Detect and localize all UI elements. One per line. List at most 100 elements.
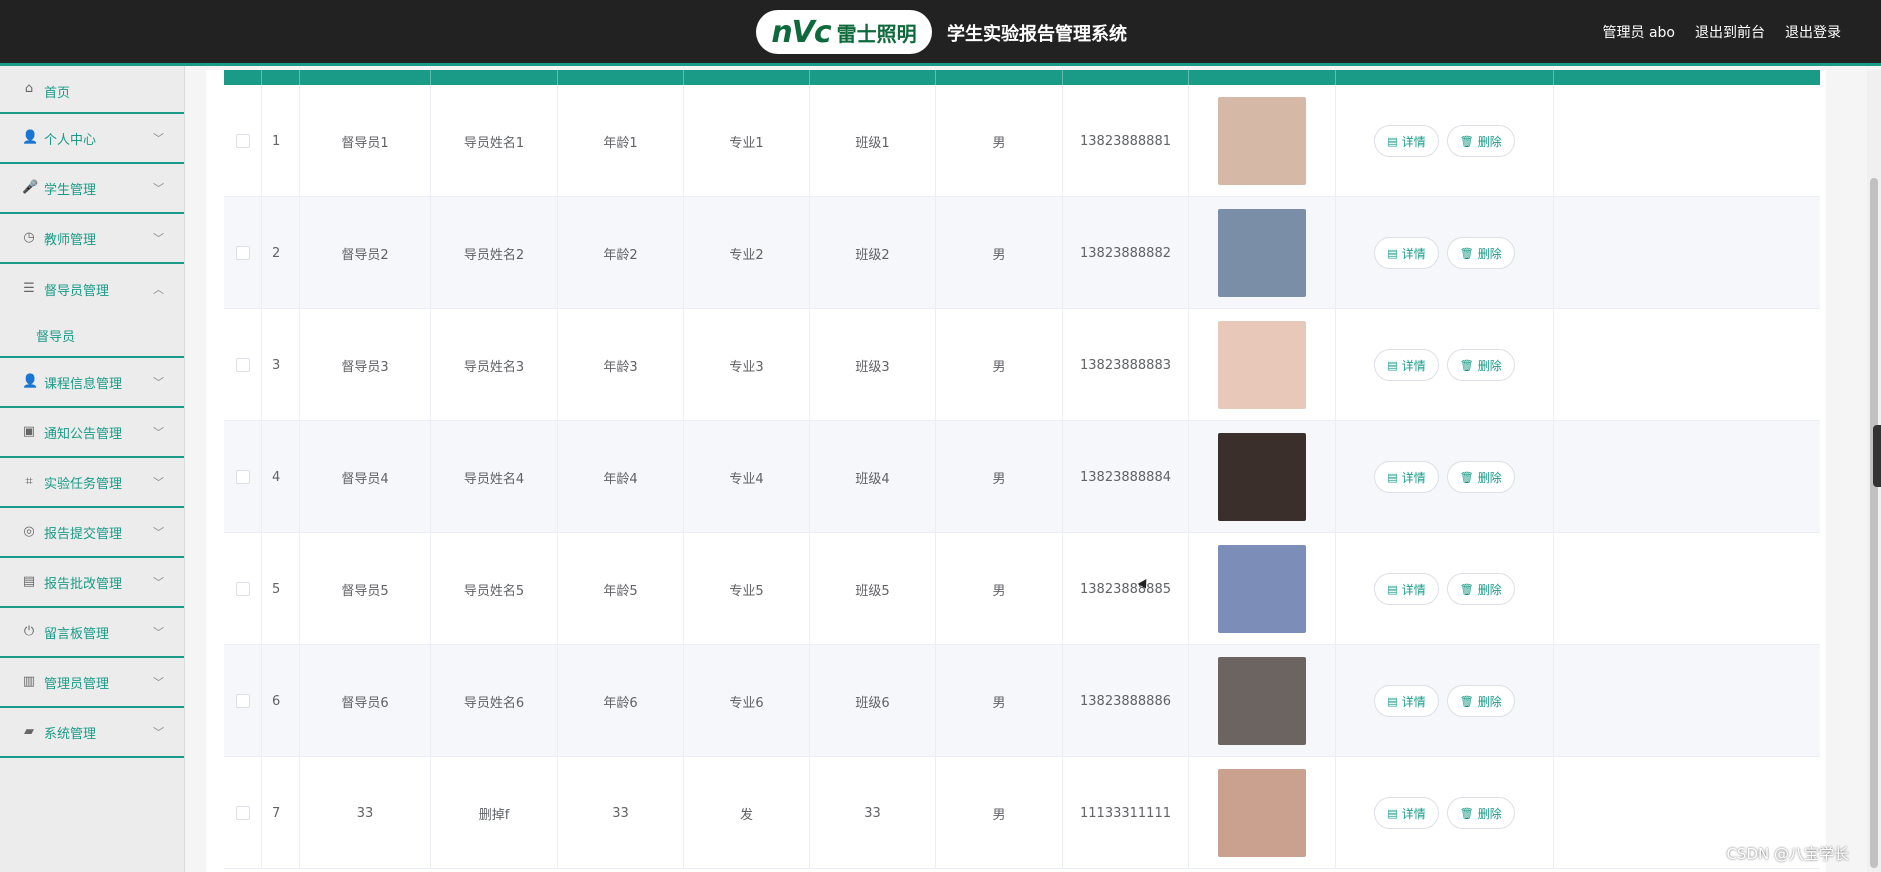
cell-account: 督导员6: [300, 645, 431, 757]
sidebar-item-2[interactable]: ◷ 教师管理 ﹀: [0, 214, 184, 264]
sidebar-item-3[interactable]: ☰ 督导员管理 ︿: [0, 264, 184, 314]
trash-icon: 🗑: [1459, 694, 1474, 708]
sidebar-item-label: 留言板管理: [44, 626, 110, 642]
logout-link[interactable]: 退出登录: [1785, 22, 1841, 42]
header-cell: [1189, 70, 1336, 85]
logo-cn-text: 雷士照明: [836, 21, 917, 46]
back-to-front-link[interactable]: 退出到前台: [1695, 22, 1765, 42]
cell-class: 班级6: [810, 645, 936, 757]
detail-button[interactable]: ▤ 详情: [1374, 461, 1439, 493]
app-title: 学生实验报告管理系统: [947, 24, 1127, 45]
cell-phone: 13823888881: [1063, 85, 1189, 197]
watermark: CSDN @八宝学长: [1726, 845, 1849, 863]
detail-button[interactable]: ▤ 详情: [1374, 125, 1439, 157]
sidebar-item-11[interactable]: ▰ 系统管理 ﹀: [0, 708, 184, 758]
cell-phone: 13823888884: [1063, 421, 1189, 533]
actions-cell: ▤ 详情 🗑 删除: [1336, 85, 1554, 197]
scrollbar-thumb[interactable]: [1870, 178, 1878, 868]
sidebar-item-1[interactable]: 🎤 学生管理 ﹀: [0, 164, 184, 214]
delete-button[interactable]: 🗑 删除: [1446, 237, 1515, 269]
sidebar-item-6[interactable]: ⌗ 实验任务管理 ﹀: [0, 458, 184, 508]
page-scroll-handle[interactable]: [1873, 425, 1881, 487]
detail-label: 详情: [1401, 806, 1426, 821]
submenu-item-supervisor[interactable]: 督导员: [0, 314, 184, 358]
document-icon: ▤: [1387, 358, 1398, 372]
delete-button[interactable]: 🗑 删除: [1446, 573, 1515, 605]
row-checkbox[interactable]: [235, 246, 250, 260]
delete-button[interactable]: 🗑 删除: [1446, 125, 1515, 157]
avatar: [1218, 769, 1306, 857]
sidebar-item-9[interactable]: ⏻ 留言板管理 ﹀: [0, 608, 184, 658]
detail-button[interactable]: ▤ 详情: [1374, 797, 1439, 829]
avatar-cell: [1189, 197, 1336, 309]
chevron-down-icon: ﹀: [153, 376, 164, 389]
chevron-down-icon: ﹀: [153, 626, 164, 639]
cell-phone: 13823888883: [1063, 309, 1189, 421]
sidebar-item-label: 实验任务管理: [44, 476, 123, 492]
cell-major: 专业2: [684, 197, 810, 309]
cell-name: 导员姓名5: [431, 533, 558, 645]
table-row: 7 33 删掉f 33 发 33 男 11133311111 ▤ 详情 🗑 删除: [224, 757, 1820, 869]
delete-label: 删除: [1477, 358, 1502, 373]
row-checkbox[interactable]: [235, 134, 250, 148]
row-checkbox-cell: [224, 85, 262, 197]
delete-button[interactable]: 🗑 删除: [1446, 685, 1515, 717]
actions-cell: ▤ 详情 🗑 删除: [1336, 309, 1554, 421]
detail-button[interactable]: ▤ 详情: [1374, 237, 1439, 269]
sidebar-item-0[interactable]: 👤 个人中心 ﹀: [0, 114, 184, 164]
row-checkbox[interactable]: [235, 470, 250, 484]
cell-major: 专业4: [684, 421, 810, 533]
header-cell: [810, 70, 936, 85]
row-checkbox-cell: [224, 645, 262, 757]
row-checkbox[interactable]: [235, 694, 250, 708]
sidebar-item-10[interactable]: ▥ 管理员管理 ﹀: [0, 658, 184, 708]
trash-icon: 🗑: [1459, 134, 1474, 148]
chevron-down-icon: ﹀: [153, 676, 164, 689]
delete-button[interactable]: 🗑 删除: [1446, 349, 1515, 381]
data-table: 1 督导员1 导员姓名1 年龄1 专业1 班级1 男 13823888881 ▤ 详情 🗑 删除 …: [224, 70, 1820, 869]
sidebar-item-4[interactable]: 👤 课程信息管理 ﹀: [0, 358, 184, 408]
sidebar-item-label: 报告提交管理: [44, 526, 123, 542]
document-icon: ▤: [1387, 806, 1398, 820]
row-checkbox-cell: [224, 533, 262, 645]
sidebar-item-8[interactable]: ▤ 报告批改管理 ﹀: [0, 558, 184, 608]
cell-gender: 男: [936, 533, 1063, 645]
sidebar-item-7[interactable]: ◎ 报告提交管理 ﹀: [0, 508, 184, 558]
delete-button[interactable]: 🗑 删除: [1446, 797, 1515, 829]
cell-class: 班级2: [810, 197, 936, 309]
chevron-down-icon: ﹀: [153, 182, 164, 195]
row-index: 1: [262, 85, 300, 197]
cell-account: 督导员1: [300, 85, 431, 197]
actions-cell: ▤ 详情 🗑 删除: [1336, 421, 1554, 533]
avatar: [1218, 321, 1306, 409]
row-checkbox[interactable]: [235, 358, 250, 372]
detail-label: 详情: [1401, 694, 1426, 709]
header-cell[interactable]: [224, 70, 262, 85]
actions-cell: ▤ 详情 🗑 删除: [1336, 645, 1554, 757]
cell-gender: 男: [936, 197, 1063, 309]
detail-button[interactable]: ▤ 详情: [1374, 573, 1439, 605]
cell-phone: 13823888882: [1063, 197, 1189, 309]
chevron-down-icon: ﹀: [153, 426, 164, 439]
trash-icon: 🗑: [1459, 582, 1474, 596]
cell-age: 年龄5: [558, 533, 684, 645]
delete-button[interactable]: 🗑 删除: [1446, 461, 1515, 493]
cell-major: 专业1: [684, 85, 810, 197]
row-checkbox[interactable]: [235, 582, 250, 596]
detail-label: 详情: [1401, 358, 1426, 373]
detail-button[interactable]: ▤ 详情: [1374, 685, 1439, 717]
sidebar-item-home[interactable]: ⌂ 首页: [0, 66, 184, 114]
globe-icon: ◎: [23, 524, 35, 539]
trash-icon: 🗑: [1459, 470, 1474, 484]
detail-label: 详情: [1401, 246, 1426, 261]
avatar: [1218, 209, 1306, 297]
row-checkbox[interactable]: [235, 806, 250, 820]
user-label: 管理员 abo: [1602, 25, 1675, 41]
brand-logo: nVc 雷士照明: [756, 10, 932, 54]
detail-button[interactable]: ▤ 详情: [1374, 349, 1439, 381]
chevron-up-icon: ︿: [153, 283, 164, 296]
sidebar-item-label: 教师管理: [44, 232, 97, 248]
sidebar-item-label: 督导员管理: [44, 283, 110, 299]
sidebar-item-5[interactable]: ▣ 通知公告管理 ﹀: [0, 408, 184, 458]
crop-icon: ⌗: [25, 474, 33, 489]
